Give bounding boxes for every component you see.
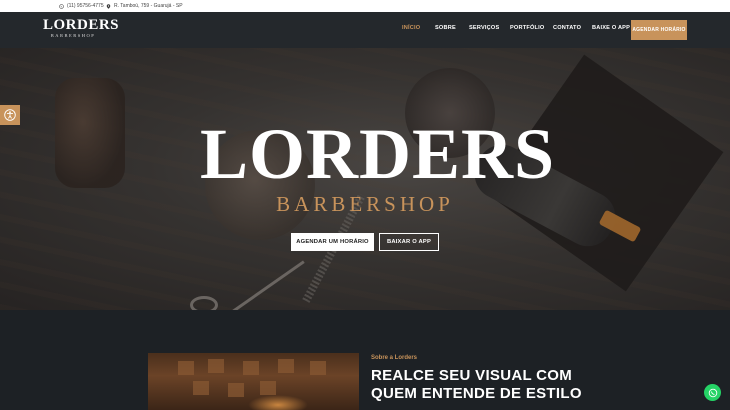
hero-scissors-handle <box>190 296 218 310</box>
hero-logo-text: LORDERS <box>200 114 556 194</box>
nav-item-portfolio[interactable]: PORTFÓLIO <box>510 25 544 31</box>
hero-logo: LORDERS BARBERSHOP <box>200 114 556 217</box>
location-pin-icon <box>106 3 111 9</box>
header-logo-text: LORDERS <box>43 17 120 33</box>
about-section: Sobre a Lorders REALCE SEU VISUAL COM QU… <box>0 310 730 410</box>
nav-item-servicos[interactable]: SERVIÇOS <box>469 25 499 31</box>
header-logo-subtitle: BARBERSHOP <box>50 33 96 38</box>
accessibility-button[interactable] <box>0 105 20 125</box>
nav-item-baixe-app[interactable]: BAIXE O APP <box>592 25 630 31</box>
accessibility-icon <box>4 109 16 121</box>
hero-logo-subtitle: BARBERSHOP <box>276 192 454 216</box>
phone-contact[interactable]: (11) 95756-4775 <box>59 3 104 9</box>
schedule-button[interactable]: AGENDAR HORÁRIO <box>631 20 687 40</box>
hero-download-app-button[interactable]: BAIXAR O APP <box>379 233 439 251</box>
nav-item-sobre[interactable]: SOBRE <box>435 25 456 31</box>
nav-item-inicio[interactable]: INÍCIO <box>402 25 420 31</box>
hero-schedule-button[interactable]: AGENDAR UM HORÁRIO <box>291 233 374 251</box>
site-header: LORDERS BARBERSHOP INÍCIO SOBRE SERVIÇOS… <box>0 12 730 48</box>
top-info-bar: (11) 95756-4775 R. Tamboú, 759 - Guarujá… <box>0 0 730 12</box>
nav-item-contato[interactable]: CONTATO <box>553 25 581 31</box>
phone-text: (11) 95756-4775 <box>67 3 104 9</box>
about-headline: REALCE SEU VISUAL COM QUEM ENTENDE DE ES… <box>371 367 582 402</box>
whatsapp-icon <box>708 388 717 397</box>
address-info: R. Tamboú, 759 - Guarujá - SP <box>106 3 183 9</box>
whatsapp-float-button[interactable] <box>704 384 721 401</box>
about-image <box>148 353 359 410</box>
whatsapp-icon <box>59 3 64 9</box>
header-logo[interactable]: LORDERS BARBERSHOP <box>43 17 120 44</box>
hero-bottle-image <box>55 78 125 188</box>
address-text: R. Tamboú, 759 - Guarujá - SP <box>114 3 183 9</box>
hero-section: LORDERS BARBERSHOP AGENDAR UM HORÁRIO BA… <box>0 48 730 310</box>
about-eyebrow: Sobre a Lorders <box>371 355 418 361</box>
